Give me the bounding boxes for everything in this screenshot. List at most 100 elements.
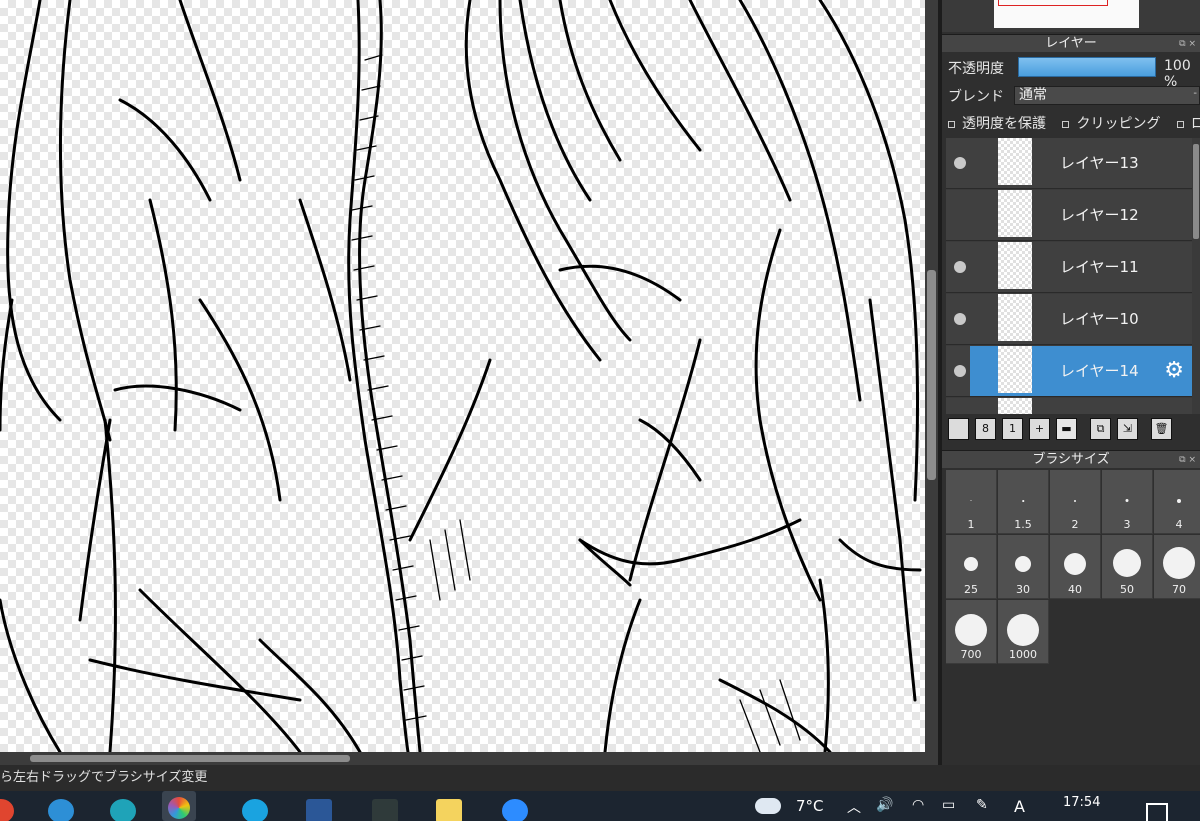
merge-layer-button[interactable]: ⇲ <box>1117 418 1138 440</box>
brush-size-cell[interactable]: 40 <box>1050 535 1101 599</box>
brush-dot <box>1074 500 1076 502</box>
canvas-vertical-scrollbar[interactable] <box>925 0 938 752</box>
visibility-icon[interactable] <box>954 157 966 169</box>
canvas-horizontal-scrollbar[interactable] <box>0 752 938 765</box>
brush-dot <box>1007 614 1039 646</box>
visibility-icon[interactable] <box>954 261 966 273</box>
layer-list-scroll-thumb[interactable] <box>1193 144 1199 239</box>
layer-row[interactable]: レイヤー13 <box>946 138 1192 189</box>
brush-size-cell[interactable]: 30 <box>998 535 1049 599</box>
taskbar: 7°C ︿ 🔊 ◠ ▭ ✎ A 17:54 <box>0 791 1200 821</box>
layer-name: レイヤー13 <box>1060 154 1139 172</box>
canvas-horizontal-scroll-thumb[interactable] <box>30 755 350 762</box>
brush-size-label: 3 <box>1123 518 1131 531</box>
new-8bit-layer-button[interactable]: 8 <box>975 418 996 440</box>
navigator-panel[interactable] <box>942 0 1200 32</box>
internet-explorer-icon[interactable] <box>48 799 74 821</box>
layer-name: レイヤー12 <box>1060 206 1139 224</box>
checkbox-icon <box>948 120 955 128</box>
live-icon[interactable] <box>436 799 462 821</box>
layer-row[interactable]: レイヤー12 <box>946 190 1192 241</box>
ime-indicator[interactable]: A <box>1014 797 1025 816</box>
new-folder-button[interactable]: ▬ <box>1056 418 1077 440</box>
layer-name: レイヤー10 <box>1060 310 1139 328</box>
cloud-icon[interactable] <box>755 798 781 814</box>
opacity-slider[interactable] <box>1018 57 1156 77</box>
brush-size-label: 1000 <box>1009 648 1037 661</box>
layer-row[interactable]: レイヤー10 <box>946 294 1192 345</box>
new-1bit-layer-button[interactable]: 1 <box>1002 418 1023 440</box>
brush-dot <box>1125 499 1129 502</box>
brush-size-cell[interactable]: 25 <box>946 535 997 599</box>
protect-alpha-checkbox[interactable]: 透明度を保護 <box>946 116 1046 132</box>
status-text: ら左右ドラッグでブラシサイズ変更 <box>0 770 208 785</box>
brush-size-label: 1 <box>967 518 975 531</box>
brush-panel-header: ブラシサイズ ⧉ × <box>942 450 1200 468</box>
navigator-view-frame[interactable] <box>998 0 1108 6</box>
brush-size-label: 25 <box>964 583 978 596</box>
brush-size-cell[interactable]: 700 <box>946 600 997 664</box>
brush-size-cell[interactable]: 1000 <box>998 600 1049 664</box>
brush-size-cell[interactable]: 1 <box>946 470 997 534</box>
brush-size-cell[interactable]: 2 <box>1050 470 1101 534</box>
battery-icon[interactable]: ▭ <box>942 797 955 813</box>
layer-thumbnail <box>998 190 1032 237</box>
brush-size-label: 1.5 <box>1014 518 1032 531</box>
edge-icon[interactable] <box>110 799 136 821</box>
brush-size-label: 50 <box>1120 583 1134 596</box>
brush-size-cell[interactable]: 1.5 <box>998 470 1049 534</box>
new-layer-button[interactable] <box>948 418 969 440</box>
visibility-icon[interactable] <box>954 313 966 325</box>
layer-row-selected[interactable]: レイヤー14 ⚙ <box>970 346 1192 397</box>
brush-size-cell[interactable]: 4 <box>1154 470 1200 534</box>
medibang-taskbar-button[interactable] <box>162 791 196 821</box>
opacity-label: 不透明度 <box>948 61 1004 77</box>
video-icon[interactable] <box>372 799 398 821</box>
panel-window-controls[interactable]: ⧉ × <box>1179 35 1196 53</box>
brush-size-cell[interactable]: 70 <box>1154 535 1200 599</box>
layer-list-scrollbar[interactable] <box>1192 138 1200 414</box>
brush-size-label: 4 <box>1175 518 1183 531</box>
chevron-up-icon[interactable]: ︿ <box>847 797 861 817</box>
clock[interactable]: 17:54 <box>1063 795 1100 810</box>
gear-icon[interactable]: ⚙ <box>1164 358 1184 383</box>
brush-size-cell[interactable]: 3 <box>1102 470 1153 534</box>
status-bar: ら左右ドラッグでブラシサイズ変更 <box>0 765 1200 791</box>
brush-dot <box>964 557 978 571</box>
canvas-vertical-scroll-thumb[interactable] <box>927 270 936 480</box>
delete-layer-button[interactable]: 🗑 <box>1151 418 1172 440</box>
zoom-icon[interactable] <box>502 799 528 821</box>
brush-dot <box>1113 549 1141 577</box>
chrome-icon[interactable] <box>0 799 14 821</box>
layer-row[interactable] <box>946 398 1192 414</box>
blend-mode-select[interactable]: 通常 - <box>1014 86 1200 105</box>
wifi-icon[interactable]: ◠ <box>912 797 924 813</box>
brush-dot <box>1177 499 1181 503</box>
brush-dot <box>1022 500 1024 502</box>
pen-icon[interactable]: ✎ <box>976 797 988 813</box>
panel-window-controls[interactable]: ⧉ × <box>1179 451 1196 469</box>
add-layer-menu-button[interactable]: + <box>1029 418 1050 440</box>
brush-dot <box>970 500 972 501</box>
temperature[interactable]: 7°C <box>796 797 824 815</box>
duplicate-layer-button[interactable]: ⧉ <box>1090 418 1111 440</box>
brush-size-cell[interactable]: 50 <box>1102 535 1153 599</box>
notification-icon[interactable] <box>1146 803 1168 821</box>
blend-label: ブレンド <box>948 89 1004 105</box>
visibility-icon[interactable] <box>954 365 966 377</box>
layer-options: 透明度を保護 クリッピング ロック <box>946 113 1200 135</box>
layer-row[interactable]: レイヤー11 <box>946 242 1192 293</box>
drawing-canvas[interactable] <box>0 0 925 752</box>
layer-list[interactable]: レイヤー13 レイヤー12 レイヤー11 レイヤー10 レイヤー14 ⚙ <box>946 138 1192 414</box>
skype-icon[interactable] <box>242 799 268 821</box>
brush-dot <box>1163 547 1195 579</box>
clipping-checkbox[interactable]: クリッピング <box>1060 116 1160 132</box>
brush-dot <box>955 614 987 646</box>
brush-size-label: 700 <box>960 648 982 661</box>
speaker-icon[interactable]: 🔊 <box>876 797 893 813</box>
lock-checkbox[interactable]: ロック <box>1175 116 1200 132</box>
word-icon[interactable] <box>306 799 332 821</box>
line-art <box>0 0 922 752</box>
brush-size-label: 30 <box>1016 583 1030 596</box>
brush-panel-title: ブラシサイズ <box>1032 452 1110 467</box>
